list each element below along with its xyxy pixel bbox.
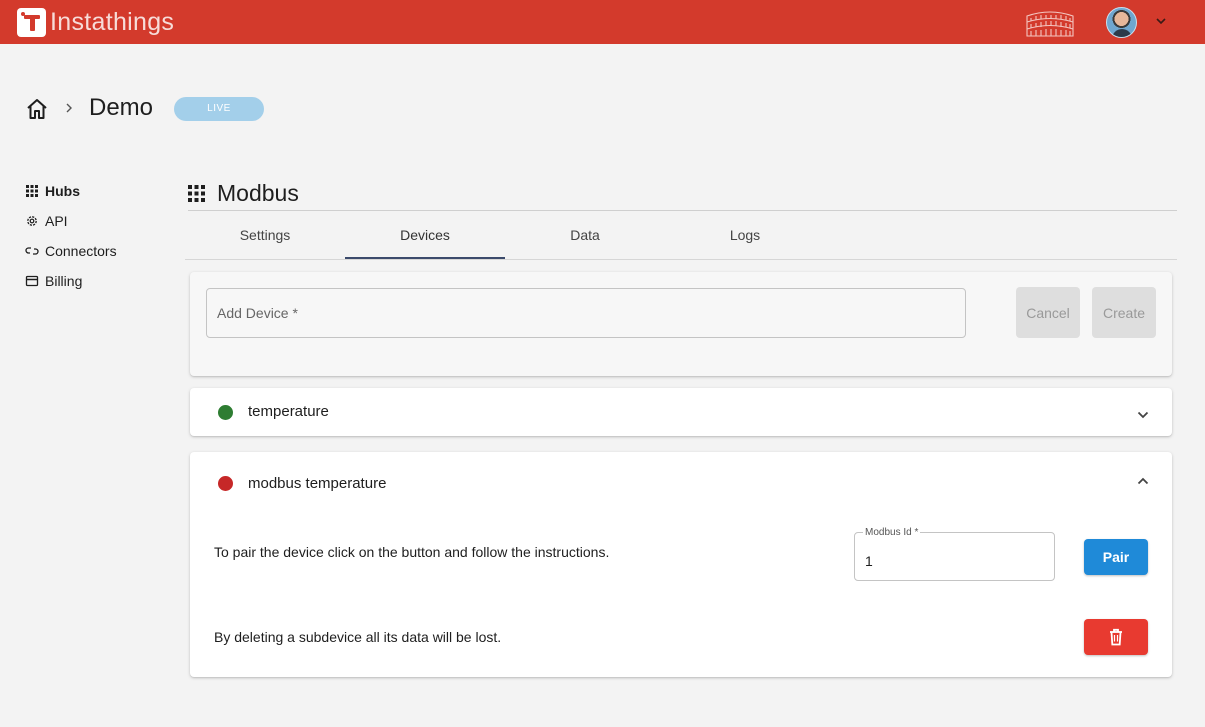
tab-logs[interactable]: Logs — [665, 212, 825, 259]
card-icon — [25, 275, 39, 287]
sidebar-item-label: Hubs — [45, 183, 80, 199]
tab-data[interactable]: Data — [505, 212, 665, 259]
grid-icon — [26, 185, 38, 197]
cancel-button[interactable]: Cancel — [1016, 287, 1080, 338]
delete-button[interactable] — [1084, 619, 1148, 655]
app-name: Instathings — [50, 8, 175, 36]
modbus-id-field[interactable]: Modbus Id * 1 — [854, 527, 1055, 581]
sidebar-item-connectors[interactable]: Connectors — [25, 236, 165, 266]
home-icon[interactable] — [25, 97, 49, 121]
sidebar-item-label: API — [45, 213, 68, 229]
logo-icon — [17, 8, 46, 37]
chevron-up-icon[interactable] — [1136, 474, 1150, 488]
top-bar: Instathings — [0, 0, 1205, 44]
add-device-field[interactable] — [206, 288, 966, 338]
sidebar-item-api[interactable]: API — [25, 206, 165, 236]
grid-icon — [188, 184, 205, 202]
device-name: modbus temperature — [248, 475, 387, 492]
page-title: Modbus — [217, 179, 299, 206]
status-dot — [218, 405, 233, 420]
status-dot — [218, 476, 233, 491]
trash-icon — [1110, 628, 1122, 646]
delete-warning: By deleting a subdevice all its data wil… — [214, 629, 502, 645]
chevron-right-icon — [66, 103, 72, 113]
tab-settings[interactable]: Settings — [185, 212, 345, 259]
chevron-down-icon[interactable] — [1154, 14, 1168, 28]
tab-bar: Settings Devices Data Logs — [185, 212, 1177, 260]
add-device-input[interactable] — [207, 289, 965, 337]
status-badge: LIVE — [174, 97, 264, 121]
gear-icon — [27, 216, 37, 226]
create-button[interactable]: Create — [1092, 287, 1156, 338]
add-device-card: Cancel Create — [190, 272, 1172, 376]
device-header[interactable]: modbus temperature — [190, 452, 1172, 500]
device-panel: modbus temperature To pair the device cl… — [190, 452, 1172, 677]
sidebar: Hubs API Connectors Billing — [25, 176, 165, 296]
tab-devices[interactable]: Devices — [345, 212, 505, 259]
colosseum-icon — [1026, 11, 1074, 37]
pair-instructions: To pair the device click on the button a… — [214, 544, 610, 560]
app-logo[interactable]: Instathings — [17, 8, 174, 37]
sidebar-item-label: Connectors — [45, 243, 117, 259]
user-avatar[interactable] — [1106, 7, 1137, 38]
hub-header: Modbus — [188, 176, 1177, 211]
sidebar-item-hubs[interactable]: Hubs — [25, 176, 165, 206]
sidebar-item-label: Billing — [45, 273, 83, 289]
link-icon — [25, 247, 39, 255]
sidebar-item-billing[interactable]: Billing — [25, 266, 165, 296]
device-header[interactable]: temperature — [190, 388, 1172, 436]
device-name: temperature — [248, 403, 329, 420]
pair-button[interactable]: Pair — [1084, 539, 1148, 575]
breadcrumb-current[interactable]: Demo — [89, 94, 153, 122]
device-panel: temperature — [190, 388, 1172, 436]
modbus-id-input[interactable]: 1 — [865, 553, 873, 569]
modbus-id-label: Modbus Id * — [863, 527, 921, 538]
chevron-down-icon[interactable] — [1136, 408, 1150, 422]
